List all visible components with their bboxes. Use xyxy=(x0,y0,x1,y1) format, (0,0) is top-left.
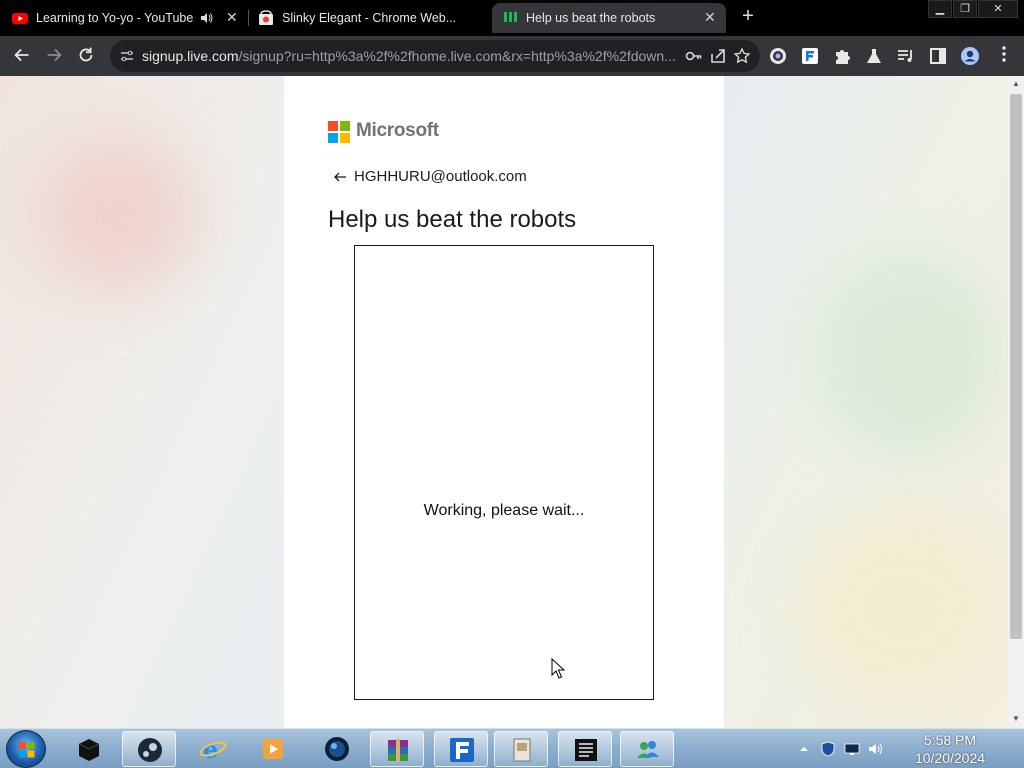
tab-title: Learning to Yo-yo - YouTube xyxy=(36,11,194,25)
signup-card: Microsoft HGHHURU@outlook.com Help us be… xyxy=(284,76,724,728)
taskbar-app-media-player[interactable] xyxy=(246,731,300,767)
site-info-icon[interactable] xyxy=(120,49,134,63)
minimize-button[interactable]: ▁ xyxy=(928,0,952,18)
taskbar-app-dark-box[interactable] xyxy=(62,731,116,767)
internet-explorer-icon: e xyxy=(199,735,227,763)
chrome-menu-button[interactable] xyxy=(992,44,1016,68)
profile-avatar-icon[interactable] xyxy=(960,46,980,66)
show-hidden-icons-icon[interactable] xyxy=(796,741,812,757)
new-tab-button[interactable]: + xyxy=(737,6,759,28)
page-scrollbar[interactable]: ▲ ▼ xyxy=(1008,76,1024,728)
audio-playing-icon[interactable] xyxy=(200,11,214,25)
steam-icon xyxy=(138,738,162,762)
extension-globe-icon[interactable] xyxy=(768,46,788,66)
network-monitor-icon[interactable] xyxy=(844,741,860,757)
media-player-icon xyxy=(263,739,283,759)
back-button[interactable] xyxy=(10,44,34,68)
tab-title: Slinky Elegant - Chrome Web... xyxy=(282,11,457,25)
f-logo-icon xyxy=(450,738,474,762)
extension-f-icon[interactable] xyxy=(800,46,820,66)
back-to-email-link[interactable]: HGHHURU@outlook.com xyxy=(332,168,527,185)
svg-text:e: e xyxy=(203,735,218,763)
url-host: signup.live.com xyxy=(142,48,239,64)
url-text[interactable]: signup.live.com/signup?ru=http%3a%2f%2fh… xyxy=(142,48,682,64)
background-blob xyxy=(40,136,200,296)
winrar-icon xyxy=(388,739,408,762)
taskbar-app-f-blue[interactable] xyxy=(434,731,488,767)
notepad-icon xyxy=(575,739,597,761)
captcha-frame[interactable]: Working, please wait... xyxy=(354,245,654,700)
url-path: /signup?ru=http%3a%2f%2fhome.live.com&rx… xyxy=(238,48,676,64)
tab-youtube[interactable]: Learning to Yo-yo - YouTube ✕ xyxy=(12,3,244,33)
taskbar-app-chrome-steam[interactable] xyxy=(122,731,176,767)
taskbar-app-internet-explorer[interactable]: e xyxy=(186,731,240,767)
windows-logo-icon xyxy=(19,742,35,758)
messenger-users-icon xyxy=(637,741,659,758)
address-bar[interactable]: signup.live.com/signup?ru=http%3a%2f%2fh… xyxy=(110,40,760,72)
labs-flask-icon[interactable] xyxy=(864,46,884,66)
arrow-right-icon xyxy=(47,48,62,62)
web-store-icon xyxy=(259,10,273,25)
taskbar-app-winrar[interactable] xyxy=(370,731,424,767)
youtube-icon xyxy=(12,13,28,24)
clock-time: 5:58 PM xyxy=(923,732,977,748)
tab-separator xyxy=(248,10,249,26)
close-tab-icon[interactable]: ✕ xyxy=(226,9,238,26)
page-heading: Help us beat the robots xyxy=(328,206,577,233)
tab-chrome-web-store[interactable]: Slinky Elegant - Chrome Web... xyxy=(258,3,488,33)
black-box-icon xyxy=(78,739,100,761)
account-email: HGHHURU@outlook.com xyxy=(354,168,527,185)
forward-button[interactable] xyxy=(42,44,66,68)
close-tab-icon[interactable]: ✕ xyxy=(704,9,716,26)
windows-taskbar: e 5:58 PM 10/20/2024 xyxy=(0,728,1024,768)
reload-button[interactable] xyxy=(74,44,98,68)
scroll-down-icon[interactable]: ▼ xyxy=(1011,714,1021,724)
mouse-pointer-icon xyxy=(551,658,565,679)
extensions-puzzle-icon[interactable] xyxy=(832,46,852,66)
taskbar-app-notepad[interactable] xyxy=(558,731,612,767)
start-button[interactable] xyxy=(6,730,46,768)
microsoft-logo xyxy=(328,121,350,143)
tab-title: Help us beat the robots xyxy=(526,11,656,25)
background-blob xyxy=(820,256,1000,456)
web-page: Microsoft HGHHURU@outlook.com Help us be… xyxy=(0,76,1008,728)
key-icon[interactable] xyxy=(685,47,703,65)
taskbar-app-messenger[interactable] xyxy=(620,731,674,767)
captcha-status-text: Working, please wait... xyxy=(423,502,585,519)
scroll-up-icon[interactable]: ▲ xyxy=(1011,79,1021,89)
tab-strip: Learning to Yo-yo - YouTube ✕ Slinky Ele… xyxy=(0,0,1024,36)
dark-globe-icon xyxy=(325,737,349,761)
bookmark-star-icon[interactable] xyxy=(733,47,751,65)
reload-icon xyxy=(79,47,93,62)
documents-icon xyxy=(513,738,531,762)
taskbar-app-globe[interactable] xyxy=(310,731,364,767)
taskbar-app-documents[interactable] xyxy=(494,731,548,767)
tab-help-us-beat-robots[interactable]: Help us beat the robots ✕ xyxy=(492,3,726,33)
side-panel-icon[interactable] xyxy=(928,46,948,66)
browser-toolbar: signup.live.com/signup?ru=http%3a%2f%2fh… xyxy=(0,36,1024,76)
close-window-button[interactable]: ✕ xyxy=(978,0,1018,18)
loading-spinner-icon xyxy=(504,12,517,22)
scrollbar-thumb[interactable] xyxy=(1010,94,1022,639)
system-clock[interactable]: 5:58 PM 10/20/2024 xyxy=(890,731,1010,767)
volume-speaker-icon[interactable] xyxy=(868,741,884,757)
back-arrow-icon xyxy=(334,172,346,181)
share-icon[interactable] xyxy=(709,47,727,65)
arrow-left-icon xyxy=(14,48,29,62)
media-queue-icon[interactable] xyxy=(896,46,916,66)
background-blob xyxy=(800,516,1000,696)
security-shield-icon[interactable] xyxy=(820,741,836,757)
clock-date: 10/20/2024 xyxy=(914,750,986,766)
restore-button[interactable]: ❐ xyxy=(953,0,977,18)
more-vertical-icon xyxy=(1002,46,1006,62)
brand-name: Microsoft xyxy=(356,120,439,141)
